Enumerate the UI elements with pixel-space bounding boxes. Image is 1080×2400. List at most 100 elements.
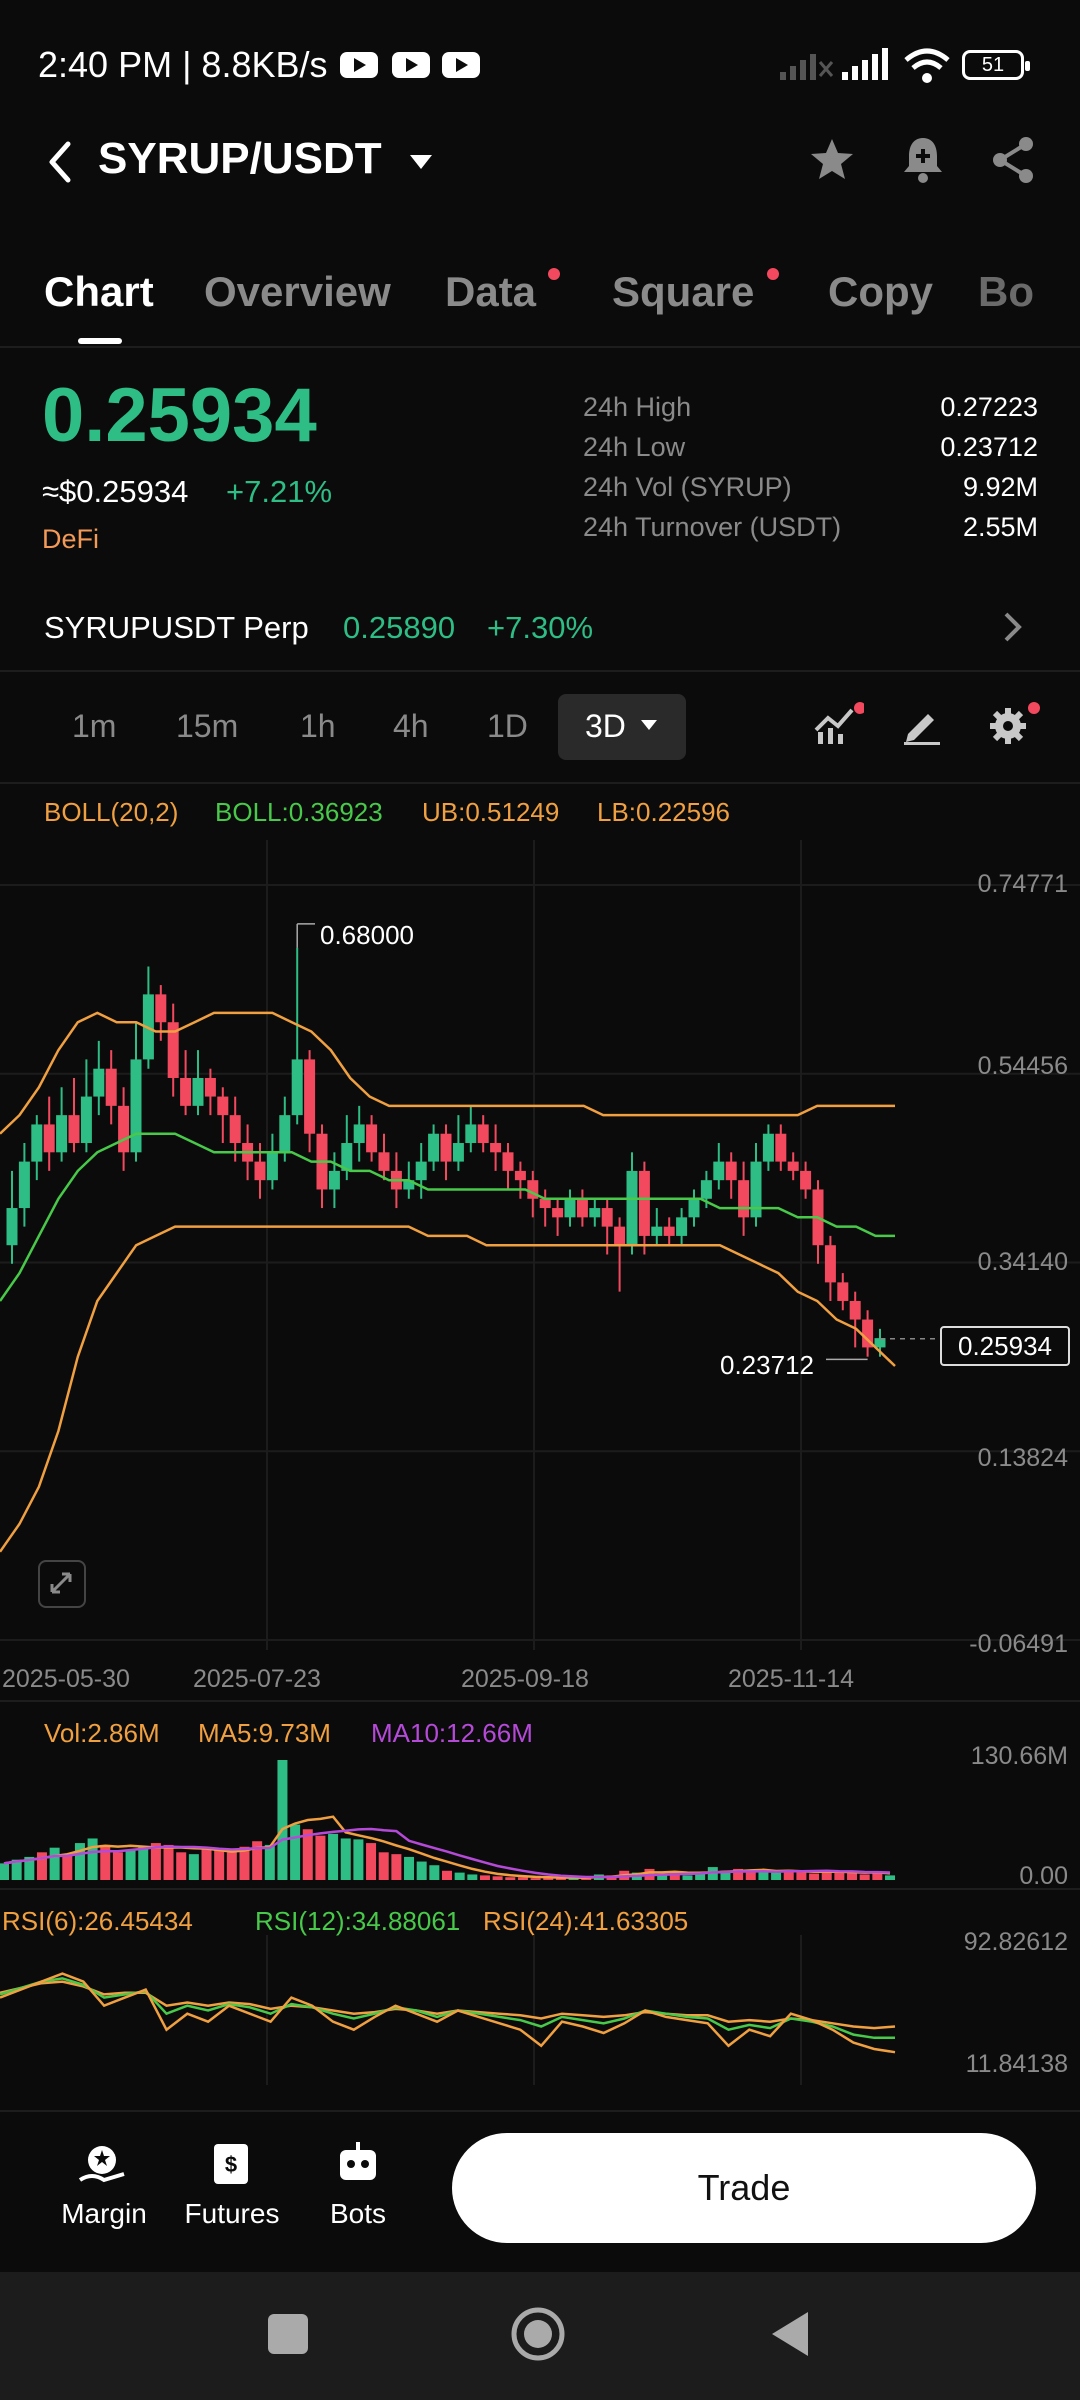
expand-icon: [50, 1572, 72, 1594]
bots-label[interactable]: Bots: [322, 2198, 394, 2230]
volume-bar: [176, 1852, 187, 1880]
tab-data-notification-dot: [548, 268, 560, 280]
tab-bots[interactable]: Bo: [978, 268, 1038, 316]
candle-body: [626, 1170, 638, 1246]
recents-button[interactable]: [268, 2314, 308, 2354]
volume-bar: [771, 1872, 782, 1880]
candle-body: [130, 1059, 142, 1153]
candle-body: [787, 1161, 799, 1171]
candle-body: [68, 1115, 80, 1144]
volume-bar: [214, 1850, 225, 1880]
volume-bar: [138, 1846, 149, 1880]
volume-bar: [809, 1873, 820, 1880]
tab-copy[interactable]: Copy: [828, 268, 933, 316]
volume-bar: [87, 1838, 98, 1880]
candle-body: [576, 1198, 588, 1218]
candle-body: [688, 1198, 700, 1218]
share-icon[interactable]: [990, 136, 1038, 184]
candle-body: [614, 1226, 626, 1246]
perp-change: +7.30%: [487, 610, 594, 645]
date-axis-tick: 2025-09-18: [461, 1665, 589, 1693]
volume-bar: [277, 1760, 288, 1880]
timeframe-dropdown-icon[interactable]: [640, 718, 658, 732]
candle-body: [601, 1208, 613, 1227]
futures-icon[interactable]: $: [208, 2140, 254, 2188]
candle-body: [874, 1338, 886, 1348]
price-alert-bell-icon[interactable]: [900, 134, 946, 184]
timeframe-1m[interactable]: 1m: [72, 708, 116, 745]
volume-bar: [404, 1856, 415, 1880]
tab-square[interactable]: Square: [612, 268, 754, 316]
category-tag[interactable]: DeFi: [42, 524, 99, 555]
price-axis-tick: 0.34140: [977, 1248, 1068, 1276]
trade-button[interactable]: Trade: [452, 2133, 1036, 2243]
boll-lower-line: [0, 1225, 896, 1553]
stat-24h-vol-label: 24h Vol (SYRUP): [583, 472, 792, 502]
star-icon[interactable]: [808, 136, 856, 184]
timeframe-4h[interactable]: 4h: [393, 708, 429, 745]
tab-overview[interactable]: Overview: [204, 268, 391, 316]
active-tab-indicator: [78, 338, 122, 344]
divider: [0, 1700, 1080, 1702]
candle-body: [328, 1170, 340, 1190]
volume-bar: [416, 1861, 427, 1880]
pair-dropdown-icon[interactable]: [408, 152, 434, 172]
timeframe-1d[interactable]: 1D: [487, 708, 528, 745]
candle-body: [378, 1152, 390, 1171]
low-price-marker: 0.23712: [720, 1350, 814, 1380]
candle-body: [638, 1170, 650, 1236]
margin-icon[interactable]: [78, 2140, 132, 2188]
stat-24h-turnover-value: 2.55M: [962, 512, 1038, 542]
perp-name: SYRUPUSDT Perp: [44, 610, 309, 645]
candle-body: [118, 1105, 130, 1153]
candle-body: [452, 1143, 464, 1162]
candle-body: [824, 1245, 836, 1283]
timeframe-3d[interactable]: 3D: [585, 708, 626, 745]
rsi6-label: RSI(6):26.45434: [2, 1906, 193, 1936]
futures-label[interactable]: Futures: [180, 2198, 284, 2230]
margin-label[interactable]: Margin: [58, 2198, 150, 2230]
candle-body: [564, 1198, 576, 1218]
back-button[interactable]: [768, 2308, 814, 2360]
candle-body: [725, 1161, 737, 1181]
chevron-right-icon: [1004, 612, 1022, 642]
settings-gear-icon[interactable]: [986, 702, 1040, 746]
candle-body: [428, 1133, 440, 1162]
candle-body: [80, 1096, 92, 1144]
candle-body: [155, 994, 167, 1023]
back-arrow-icon[interactable]: [44, 140, 76, 184]
ma5-label: MA5:9.73M: [198, 1718, 331, 1748]
tab-data[interactable]: Data: [445, 268, 536, 316]
fullscreen-button[interactable]: [38, 1560, 86, 1608]
candle-body: [465, 1124, 477, 1144]
bots-icon[interactable]: [334, 2140, 382, 2188]
draw-pencil-icon[interactable]: [902, 706, 942, 746]
indicators-icon[interactable]: [812, 702, 864, 746]
volume-bar: [201, 1848, 212, 1880]
timeframe-1h[interactable]: 1h: [300, 708, 336, 745]
wifi-icon: [904, 48, 950, 83]
price-change: +7.21%: [226, 474, 333, 509]
candle-body: [279, 1115, 291, 1153]
divider: [0, 346, 1080, 348]
candlestick-chart[interactable]: [0, 840, 1080, 1650]
boll-params-label: BOLL(20,2): [44, 797, 179, 827]
candle-body: [663, 1226, 675, 1236]
price-axis-tick: 0.54456: [977, 1052, 1068, 1080]
stat-24h-low-value: 0.23712: [940, 432, 1038, 462]
candle-body: [304, 1059, 316, 1134]
perp-row[interactable]: SYRUPUSDT Perp 0.25890 +7.30%: [0, 590, 1080, 670]
volume-bar: [442, 1870, 452, 1880]
volume-bar: [188, 1854, 199, 1880]
home-button[interactable]: [510, 2306, 566, 2362]
pair-title[interactable]: SYRUP/USDT: [98, 134, 382, 184]
date-axis-tick: 2025-05-30: [2, 1665, 130, 1693]
timeframe-15m[interactable]: 15m: [176, 708, 238, 745]
tab-chart[interactable]: Chart: [44, 268, 154, 316]
candle-body: [514, 1170, 526, 1181]
candle-body: [700, 1180, 712, 1199]
volume-bar: [467, 1874, 478, 1880]
candle-body: [415, 1161, 427, 1181]
stat-24h-vol-value: 9.92M: [962, 472, 1038, 502]
youtube-notification-icon: [340, 52, 378, 78]
